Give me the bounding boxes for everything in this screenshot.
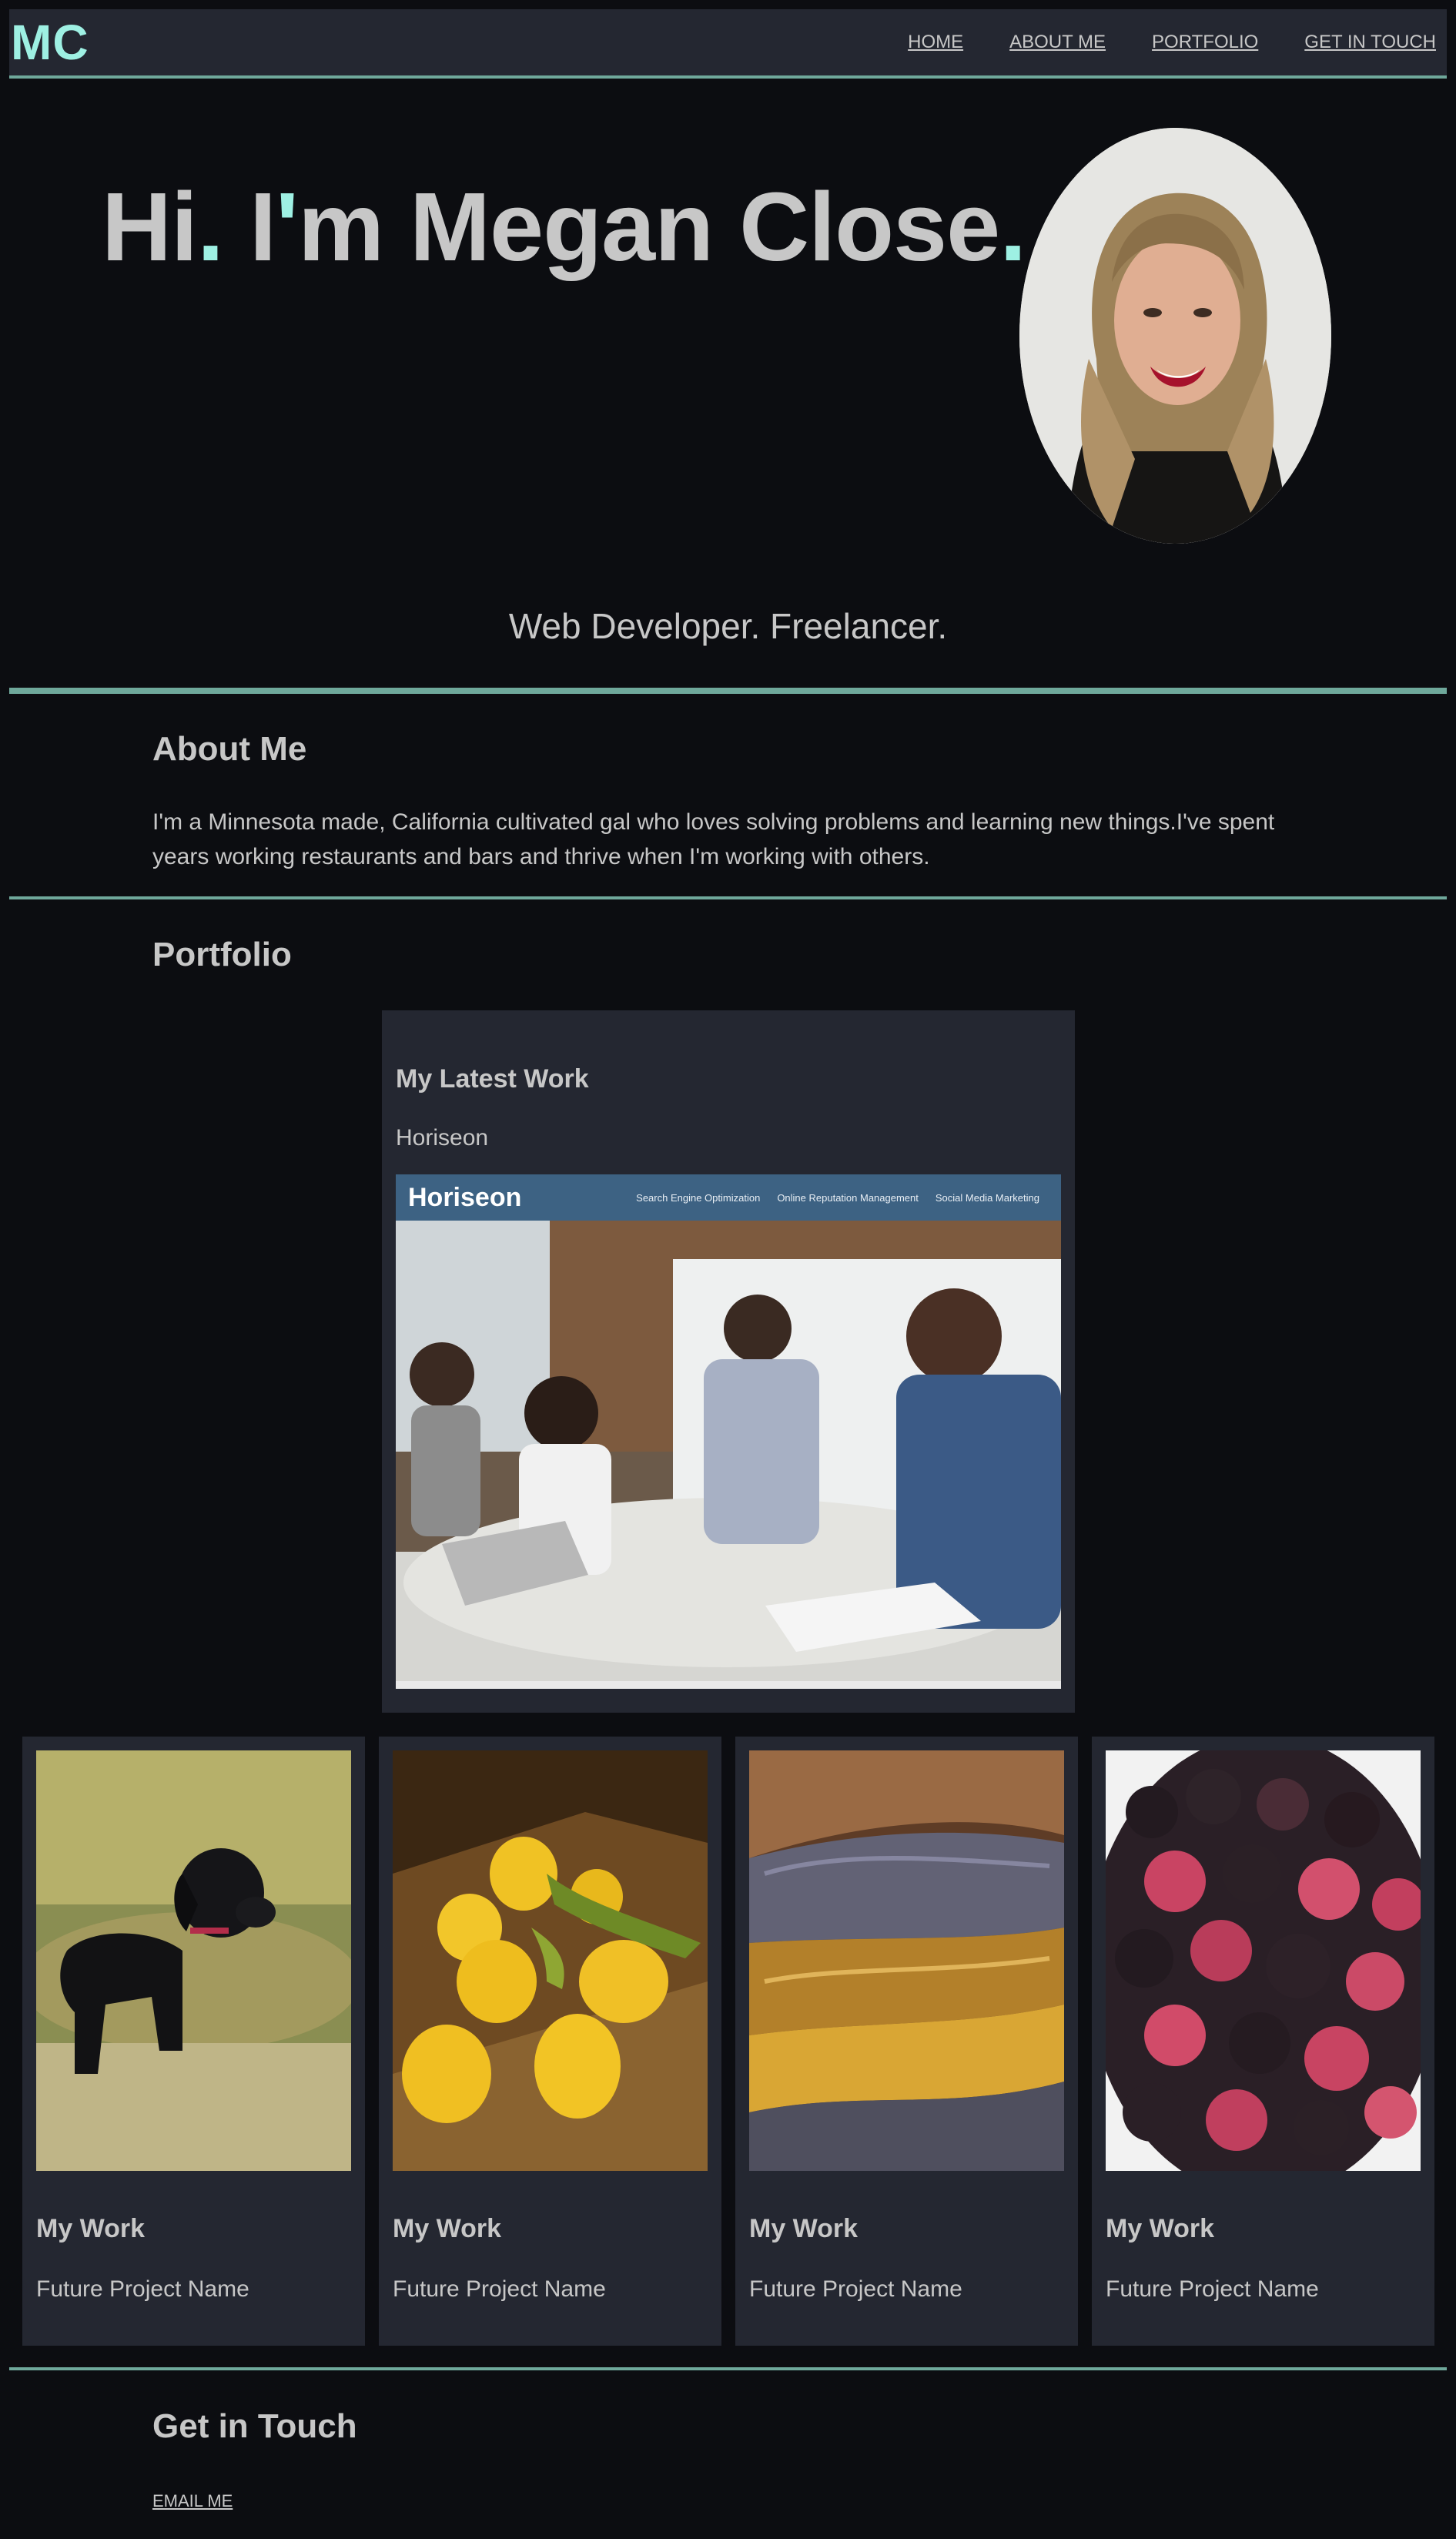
nav-link-home[interactable]: HOME — [908, 32, 963, 53]
main-nav: HOME ABOUT ME PORTFOLIO GET IN TOUCH — [862, 32, 1436, 53]
black-dog-photo — [36, 1750, 351, 2171]
profile-photo-illustration — [1019, 128, 1331, 544]
office-meeting-photo — [396, 1221, 1061, 1689]
profile-photo — [1019, 128, 1331, 544]
card-image — [1106, 1750, 1421, 2171]
section-divider — [9, 688, 1447, 694]
contact-title: Get in Touch — [152, 2407, 357, 2445]
section-divider — [9, 2367, 1447, 2370]
horiseon-screenshot[interactable]: Horiseon Search Engine Optimization Onli… — [396, 1174, 1061, 1689]
berries-photo — [1106, 1750, 1421, 2171]
card-image — [749, 1750, 1064, 2171]
screenshot-nav-item: Online Reputation Management — [777, 1191, 919, 1204]
about-title: About Me — [152, 730, 307, 768]
hero-tagline: Web Developer. Freelancer. — [508, 606, 948, 646]
card-image — [36, 1750, 351, 2171]
screenshot-brand: Horiseon — [408, 1182, 522, 1212]
card-heading: My Work — [393, 2214, 502, 2243]
nav-link-contact[interactable]: GET IN TOUCH — [1304, 32, 1436, 53]
screenshot-nav-item: Social Media Marketing — [935, 1191, 1039, 1204]
site-header: MC HOME ABOUT ME PORTFOLIO GET IN TOUCH — [9, 9, 1447, 79]
latest-work-heading: My Latest Work — [396, 1064, 589, 1094]
screenshot-nav: Search Engine Optimization Online Reputa… — [636, 1192, 1039, 1204]
hero-title-hi: Hi — [102, 173, 198, 281]
hero-title: Hi. I'm Megan Close. — [102, 171, 1026, 283]
latest-work-name: Horiseon — [396, 1125, 489, 1151]
hero-accent-apostrophe: ' — [276, 173, 299, 281]
hero-accent-dot: . — [197, 173, 224, 281]
portfolio-card[interactable]: My Work Future Project Name — [735, 1737, 1078, 2346]
portfolio-card[interactable]: My Work Future Project Name — [379, 1737, 721, 2346]
nav-link-portfolio[interactable]: PORTFOLIO — [1152, 32, 1258, 53]
site-logo[interactable]: MC — [11, 14, 89, 71]
hero-title-i: I — [223, 173, 276, 281]
card-heading: My Work — [36, 2214, 146, 2243]
screenshot-nav-item: Search Engine Optimization — [636, 1191, 761, 1204]
screenshot-header-bar: Horiseon Search Engine Optimization Onli… — [396, 1174, 1061, 1221]
portfolio-card[interactable]: My Work Future Project Name — [22, 1737, 365, 2346]
card-project-name: Future Project Name — [749, 2276, 962, 2302]
hero-accent-dot-end: . — [999, 173, 1026, 281]
latest-work-card[interactable]: My Latest Work Horiseon Horiseon Search … — [382, 1010, 1075, 1713]
card-heading: My Work — [1106, 2214, 1215, 2243]
lemons-photo — [393, 1750, 708, 2171]
about-text: I'm a Minnesota made, California cultiva… — [152, 809, 1275, 869]
section-divider — [9, 896, 1447, 899]
card-project-name: Future Project Name — [36, 2276, 249, 2302]
nav-link-about[interactable]: ABOUT ME — [1009, 32, 1106, 53]
email-link[interactable]: EMAIL ME — [152, 2491, 233, 2511]
portfolio-title: Portfolio — [152, 936, 292, 973]
portfolio-card[interactable]: My Work Future Project Name — [1092, 1737, 1434, 2346]
hero-title-name: m Megan Close — [298, 173, 1000, 281]
knit-blanket-photo — [749, 1750, 1064, 2171]
card-project-name: Future Project Name — [1106, 2276, 1319, 2302]
portfolio-grid: My Work Future Project Name My Work Futu… — [22, 1737, 1434, 2346]
card-project-name: Future Project Name — [393, 2276, 606, 2302]
card-heading: My Work — [749, 2214, 859, 2243]
card-image — [393, 1750, 708, 2171]
